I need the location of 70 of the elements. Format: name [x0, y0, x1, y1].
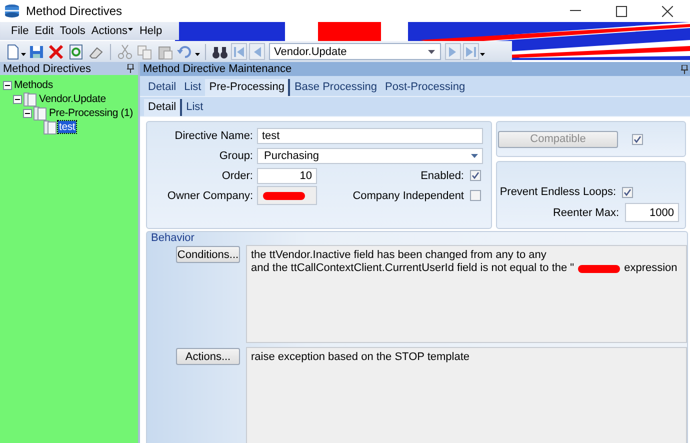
pin-icon[interactable]	[127, 64, 134, 73]
first-icon	[234, 46, 244, 56]
actions-button[interactable]: Actions...	[176, 348, 240, 365]
tab[interactable]: List	[182, 99, 208, 116]
condition-text: expression	[624, 262, 678, 275]
panel-title: Method Directive Maintenance	[143, 63, 293, 75]
dropdown-caret-icon[interactable]	[480, 53, 485, 56]
group-dropdown[interactable]: Purchasing	[257, 148, 483, 164]
tab[interactable]: Base Processing	[290, 79, 381, 96]
record-combo[interactable]: Vendor.Update	[269, 43, 441, 60]
window-title: Method Directives	[26, 4, 122, 18]
document-icon	[33, 106, 47, 120]
checkbox[interactable]	[622, 186, 633, 198]
tab[interactable]: Detail	[144, 79, 180, 96]
group-title: Behavior	[151, 232, 196, 244]
menu-item[interactable]: File	[8, 25, 32, 37]
menu-item[interactable]: Help	[136, 25, 166, 37]
tree-item[interactable]: test	[58, 121, 76, 133]
checkbox-label: Enabled:	[420, 170, 464, 182]
tab[interactable]: List	[180, 79, 206, 96]
action-text: raise exception based on the STOP template	[251, 351, 470, 364]
document-icon	[43, 120, 57, 134]
previous-icon	[253, 46, 261, 56]
conditions-button[interactable]: Conditions...	[176, 246, 240, 263]
tab[interactable]: Detail	[144, 99, 182, 116]
condition-text: and the ttCallContextClient.CurrentUserId field is not equal to the "	[251, 262, 574, 275]
tree-item[interactable]: Vendor.Update	[38, 93, 107, 105]
field-label: Group:	[218, 150, 253, 162]
dropdown-caret-icon[interactable]	[195, 53, 200, 56]
collapse-icon[interactable]	[13, 94, 22, 104]
field-label: Order:	[220, 170, 253, 182]
last-icon	[466, 46, 476, 56]
maximize-icon[interactable]	[616, 6, 626, 16]
tree-item[interactable]: Methods	[13, 79, 54, 91]
reenter-max-field[interactable]: 1000	[625, 203, 679, 222]
field-label: Directive Name:	[174, 130, 253, 142]
tree-item[interactable]: Pre-Processing (1)	[48, 107, 134, 119]
delete-icon[interactable]	[47, 44, 65, 60]
owner-company-field[interactable]	[257, 186, 317, 205]
next-icon	[449, 46, 457, 56]
pin-icon[interactable]	[681, 64, 688, 74]
menu-item[interactable]: Actions	[88, 25, 136, 37]
menu-item[interactable]: Edit	[32, 25, 57, 37]
refresh-icon[interactable]	[67, 44, 85, 60]
minimize-icon[interactable]	[570, 10, 580, 12]
field-label: Owner Company:	[166, 190, 253, 202]
save-icon[interactable]	[28, 44, 45, 60]
menu-item[interactable]: Tools	[56, 25, 88, 37]
redaction-mark	[262, 190, 306, 200]
redaction-mark	[577, 264, 622, 274]
field-label: Reenter Max:	[552, 206, 619, 218]
directive-name-field[interactable]: test	[257, 128, 483, 144]
tab[interactable]: Pre-Processing	[205, 79, 290, 96]
checkbox-label: Company Independent	[352, 190, 464, 202]
dropdown-caret-icon[interactable]	[21, 53, 26, 56]
checkbox[interactable]	[470, 170, 481, 181]
panel-title: Method Directives	[3, 62, 92, 74]
close-icon[interactable]	[662, 6, 672, 16]
dropdown-arrow-icon[interactable]	[428, 50, 435, 54]
collapse-icon[interactable]	[23, 108, 32, 118]
dropdown-arrow-icon[interactable]	[471, 154, 478, 158]
condition-text: the ttVendor.Inactive field has been changed from any to any	[251, 249, 546, 262]
checkbox-label: Prevent Endless Loops:	[500, 186, 616, 198]
checkbox[interactable]	[632, 134, 643, 144]
tab[interactable]: Post-Processing	[381, 79, 470, 96]
collapse-icon[interactable]	[3, 80, 12, 90]
document-icon	[23, 92, 37, 106]
checkbox[interactable]	[470, 190, 481, 201]
app-icon	[4, 4, 20, 18]
order-field[interactable]: 10	[257, 168, 317, 184]
